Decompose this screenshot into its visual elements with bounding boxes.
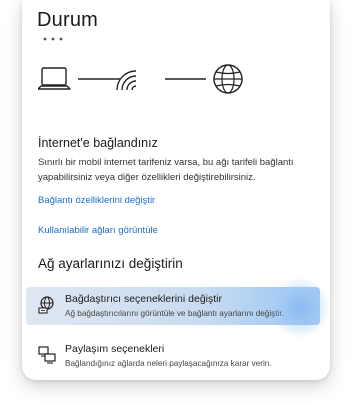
connection-status-heading: İnternet'e bağlandınız xyxy=(38,136,158,150)
page-title: Durum xyxy=(37,9,99,31)
connection-status-description: Sınırlı bir mobil internet tarifeniz var… xyxy=(38,157,294,183)
laptop-icon xyxy=(38,67,71,90)
advanced-settings-heading: Ağ ayarlarınızı değiştirin xyxy=(38,256,183,271)
status-page: Durum İnternet'e bağlandınız Sınırlı bir… xyxy=(0,0,354,404)
cursor-highlight xyxy=(270,278,330,338)
change-connection-properties-link[interactable]: Bağlantı özelliklerini değiştir xyxy=(38,195,155,206)
adapter-options-subtitle: Ağ bağdaştırıcılarını görüntüle ve bağla… xyxy=(65,309,284,318)
view-available-networks-link[interactable]: Kullanılabilir ağları görüntüle xyxy=(38,225,158,236)
sharing-options-button[interactable]: Paylaşım seçenekleri Bağlandığınız ağlar… xyxy=(26,337,320,375)
network-status-diagram xyxy=(38,64,243,94)
sharing-icon xyxy=(38,346,56,364)
sharing-options-title: Paylaşım seçenekleri xyxy=(65,343,165,355)
adapter-options-title: Bağdaştırıcı seçeneklerini değiştir xyxy=(65,293,222,305)
network-adapter-icon xyxy=(38,296,54,314)
truncated-content-indicator xyxy=(43,37,63,41)
sharing-options-subtitle: Bağlandığınız ağlarda neleri paylaşacağı… xyxy=(65,359,272,368)
globe-icon xyxy=(213,64,243,94)
wifi-icon xyxy=(116,70,137,91)
